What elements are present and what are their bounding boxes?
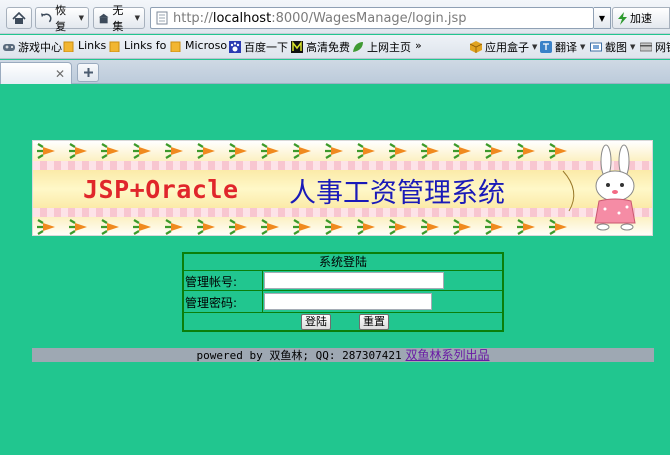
tool-label: 翻译	[555, 41, 577, 54]
tool-screenshot[interactable]: 截图 ▼	[590, 39, 635, 55]
banner-title-latin: JSP+Oracle	[83, 175, 239, 204]
address-prefix: http://	[173, 10, 213, 26]
address-dropdown-button[interactable]: ▼	[594, 7, 611, 29]
login-button[interactable]: 登陆	[301, 314, 331, 330]
footer-bar: powered by 双鱼林; QQ: 287307421 双鱼林系列出品	[32, 348, 654, 362]
login-form: 系统登陆 管理帐号: 管理密码: 登陆 重置	[182, 252, 504, 332]
bookmark-label: 百度一下	[244, 41, 288, 54]
bookmark-label: 高清免费	[306, 41, 350, 54]
home-icon	[12, 11, 26, 24]
tool-label: 网银	[655, 41, 670, 54]
column-divider	[262, 291, 263, 312]
bookmarks-overflow[interactable]: »	[415, 39, 422, 52]
bookmark-label: 游戏中心	[18, 41, 62, 54]
home-button[interactable]	[6, 7, 32, 29]
username-input[interactable]	[264, 272, 444, 289]
tab-strip: ✕	[0, 60, 670, 84]
chevron-down-icon: ▼	[134, 14, 140, 22]
bookmark-hd-free[interactable]: 高清免费	[291, 39, 350, 55]
bank-card-icon	[640, 42, 652, 52]
series-link[interactable]: 双鱼林系列出品	[406, 348, 490, 362]
tool-translate[interactable]: 翻译 ▼	[540, 39, 585, 55]
paw-icon	[229, 41, 241, 53]
translate-icon	[540, 41, 552, 53]
login-title: 系统登陆	[184, 254, 502, 271]
chevron-down-icon: ▼	[532, 43, 538, 51]
bookmark-label: 上网主页	[367, 41, 411, 54]
restore-button[interactable]: 恢复 ▼	[35, 4, 89, 33]
m-logo-icon	[291, 41, 303, 53]
bookmark-game-center[interactable]: 游戏中心	[3, 39, 62, 55]
chevron-down-icon: ▼	[78, 14, 84, 22]
banner-image: JSP+Oracle 人事工资管理系统	[32, 140, 653, 236]
tab-active[interactable]: ✕	[0, 62, 72, 84]
accelerate-label: 加速	[630, 12, 652, 25]
nofocus-label: 无集	[112, 4, 124, 33]
restore-label: 恢复	[55, 4, 67, 33]
chevron-down-icon: ▼	[580, 43, 586, 51]
cube-icon	[470, 41, 482, 53]
restore-icon	[40, 12, 52, 22]
folder-icon	[109, 41, 120, 52]
browser-toolbar: 恢复 ▼ 无集 ▼ http://localhost:8000/WagesMan…	[0, 0, 670, 34]
address-bar[interactable]: http://localhost:8000/WagesManage/login.…	[150, 7, 594, 29]
close-icon[interactable]: ✕	[55, 67, 65, 81]
bookmark-links[interactable]: Links	[63, 39, 106, 52]
tool-label: 截图	[605, 41, 627, 54]
folder-icon	[170, 41, 181, 52]
bookmark-homepage[interactable]: 上网主页	[352, 39, 411, 55]
password-input[interactable]	[264, 293, 432, 310]
bookmark-label: Links fo	[124, 39, 167, 52]
plus-icon	[83, 68, 93, 77]
bookmarks-bar: 游戏中心 Links Links fo Microso 百度一下 高清免费 上网…	[0, 35, 670, 59]
address-text: http://localhost:8000/WagesManage/login.…	[173, 11, 467, 26]
address-host: localhost	[212, 10, 272, 26]
password-row: 管理密码:	[184, 291, 502, 313]
tool-online-bank[interactable]: 网银	[640, 39, 670, 55]
chevron-double-right-icon: »	[415, 39, 422, 52]
button-row: 登陆 重置	[184, 313, 502, 330]
powered-by-text: powered by 双鱼林; QQ: 287307421	[196, 349, 402, 362]
username-label: 管理帐号:	[185, 275, 238, 289]
lightning-icon	[618, 11, 627, 25]
reset-button[interactable]: 重置	[359, 314, 389, 330]
folder-icon	[63, 41, 74, 52]
bookmark-label: Links	[78, 39, 107, 52]
column-divider	[262, 271, 263, 290]
chevron-down-icon: ▼	[630, 43, 636, 51]
bookmark-microsoft[interactable]: Microso	[170, 39, 227, 52]
username-row: 管理帐号:	[184, 271, 502, 291]
accelerate-button[interactable]: 加速	[612, 7, 670, 29]
banner-title-chinese: 人事工资管理系统	[289, 178, 505, 209]
bookmark-baidu[interactable]: 百度一下	[229, 39, 288, 55]
gamepad-icon	[3, 44, 15, 51]
tool-label: 应用盒子	[485, 41, 529, 54]
screenshot-icon	[590, 42, 602, 52]
page-icon	[156, 11, 168, 25]
bookmark-links-fo[interactable]: Links fo	[109, 39, 166, 52]
nofocus-button[interactable]: 无集 ▼	[93, 4, 145, 33]
bookmark-label: Microso	[185, 39, 228, 52]
tool-app-box[interactable]: 应用盒子 ▼	[470, 39, 537, 55]
leaf-icon	[353, 42, 363, 52]
address-path: :8000/WagesManage/login.jsp	[271, 10, 467, 26]
password-label: 管理密码:	[185, 296, 238, 310]
new-tab-button[interactable]	[77, 63, 99, 82]
chevron-down-icon: ▼	[598, 13, 606, 23]
building-icon	[98, 13, 109, 23]
